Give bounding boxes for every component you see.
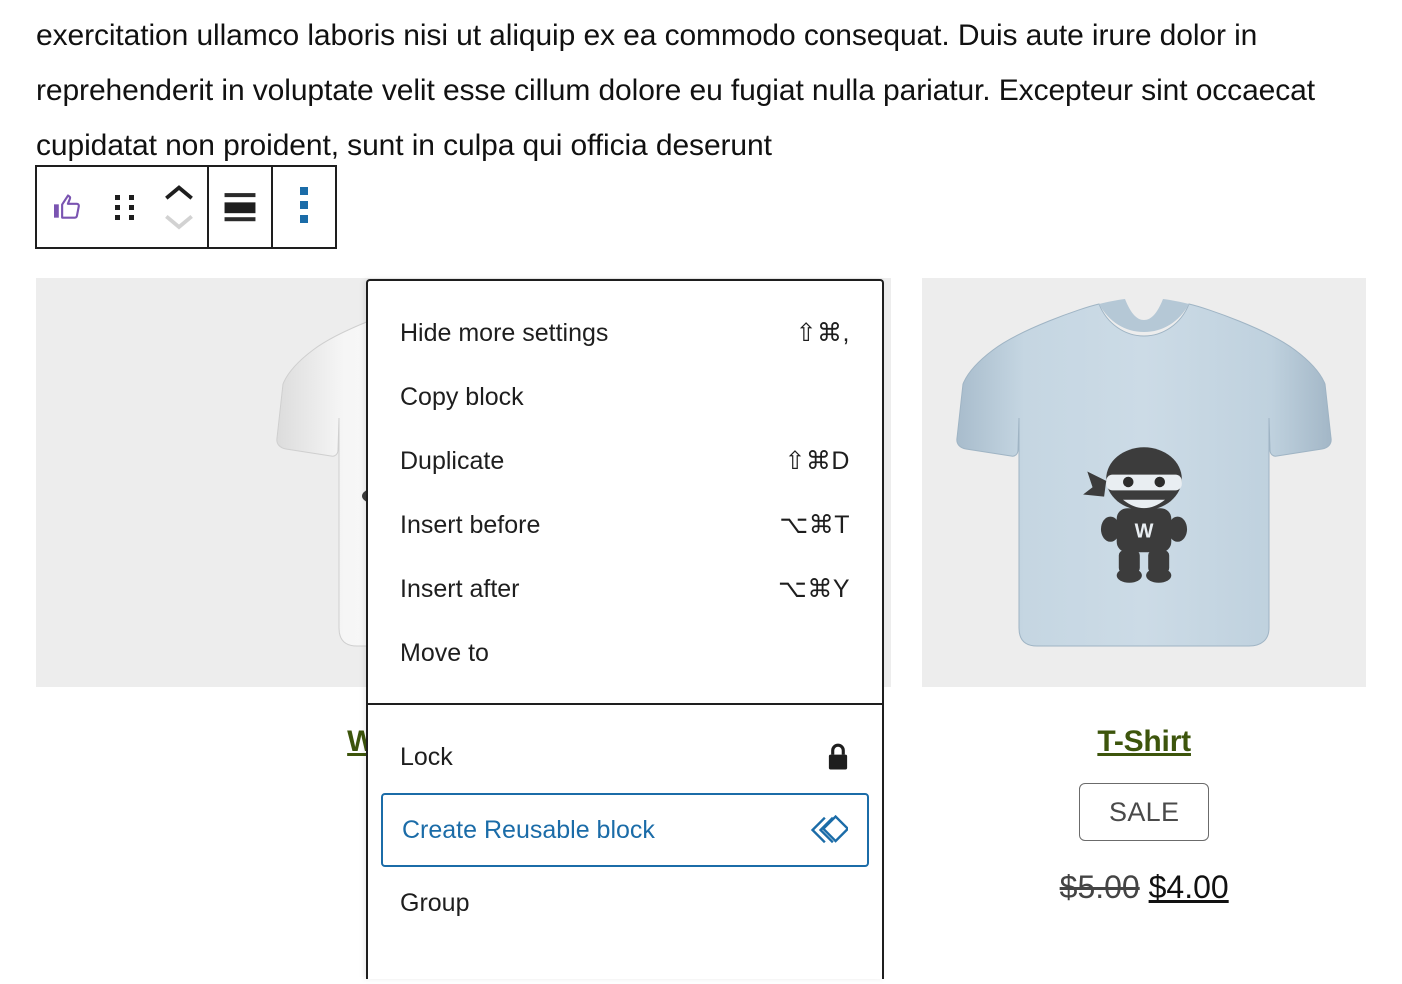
menu-item-shortcut: ⌥⌘Y bbox=[778, 574, 850, 604]
block-mover-buttons[interactable] bbox=[151, 167, 207, 247]
reusable-block-icon bbox=[808, 814, 848, 846]
toolbar-group-block bbox=[37, 167, 209, 247]
menu-item-shortcut: ⇧⌘D bbox=[784, 446, 850, 476]
menu-item-move-to[interactable]: Move to bbox=[368, 625, 882, 681]
block-toolbar[interactable] bbox=[35, 165, 337, 249]
menu-item-label: Hide more settings bbox=[400, 319, 608, 348]
menu-item-label: Lock bbox=[400, 743, 453, 772]
menu-item-shortcut: ⌥⌘T bbox=[779, 510, 850, 540]
sale-badge: SALE bbox=[1079, 783, 1209, 841]
menu-item-create-reusable-block[interactable]: Create Reusable block bbox=[381, 793, 869, 867]
chevron-down-icon[interactable] bbox=[164, 214, 194, 230]
block-options-menu[interactable]: Hide more settings ⇧⌘, Copy block Duplic… bbox=[366, 279, 884, 979]
menu-item-group[interactable]: Group bbox=[368, 875, 882, 931]
product-title-link[interactable]: T-Shirt bbox=[1097, 725, 1191, 759]
svg-text:W: W bbox=[1135, 521, 1154, 543]
post-paragraph[interactable]: exercitation ullamco laboris nisi ut ali… bbox=[36, 8, 1336, 173]
blue-tshirt-svg: W bbox=[949, 278, 1339, 687]
menu-item-label: Insert before bbox=[400, 511, 540, 540]
align-center-button[interactable] bbox=[209, 167, 271, 247]
drag-handle-button[interactable] bbox=[99, 167, 151, 247]
menu-item-shortcut: ⇧⌘, bbox=[796, 318, 850, 348]
menu-item-duplicate[interactable]: Duplicate ⇧⌘D bbox=[368, 433, 882, 489]
price-original: $5.00 bbox=[1060, 869, 1140, 905]
menu-item-label: Duplicate bbox=[400, 447, 504, 476]
menu-item-copy-block[interactable]: Copy block bbox=[368, 369, 882, 425]
tshirt-graphic: W bbox=[949, 278, 1339, 687]
toolbar-group-align bbox=[209, 167, 273, 247]
menu-item-insert-after[interactable]: Insert after ⌥⌘Y bbox=[368, 561, 882, 617]
menu-item-label: Group bbox=[400, 889, 469, 918]
menu-item-insert-before[interactable]: Insert before ⌥⌘T bbox=[368, 497, 882, 553]
menu-item-hide-more-settings[interactable]: Hide more settings ⇧⌘, bbox=[368, 305, 882, 361]
menu-item-label: Copy block bbox=[400, 383, 524, 412]
menu-item-lock[interactable]: Lock bbox=[368, 729, 882, 785]
menu-item-label: Move to bbox=[400, 639, 489, 668]
lock-icon bbox=[826, 742, 850, 772]
product-image-tshirt[interactable]: W bbox=[922, 278, 1366, 687]
vertical-dots-icon bbox=[300, 187, 308, 227]
menu-section-primary: Hide more settings ⇧⌘, Copy block Duplic… bbox=[368, 305, 882, 703]
block-type-button[interactable] bbox=[37, 167, 99, 247]
block-options-button[interactable] bbox=[273, 167, 335, 247]
drag-handle-icon bbox=[114, 194, 136, 220]
product-price: $5.00 $4.00 bbox=[1060, 869, 1229, 906]
menu-section-secondary: Lock Create Reusable block Group bbox=[368, 703, 882, 979]
toolbar-group-options bbox=[273, 167, 335, 247]
menu-item-label: Create Reusable block bbox=[402, 816, 655, 845]
align-center-icon bbox=[221, 190, 259, 224]
price-sale: $4.00 bbox=[1149, 869, 1229, 905]
menu-item-label: Insert after bbox=[400, 575, 520, 604]
product-card[interactable]: W T-Shirt SALE $5.00 $4.00 bbox=[922, 278, 1366, 906]
thumbs-up-icon bbox=[51, 191, 85, 223]
chevron-up-icon[interactable] bbox=[164, 184, 194, 200]
